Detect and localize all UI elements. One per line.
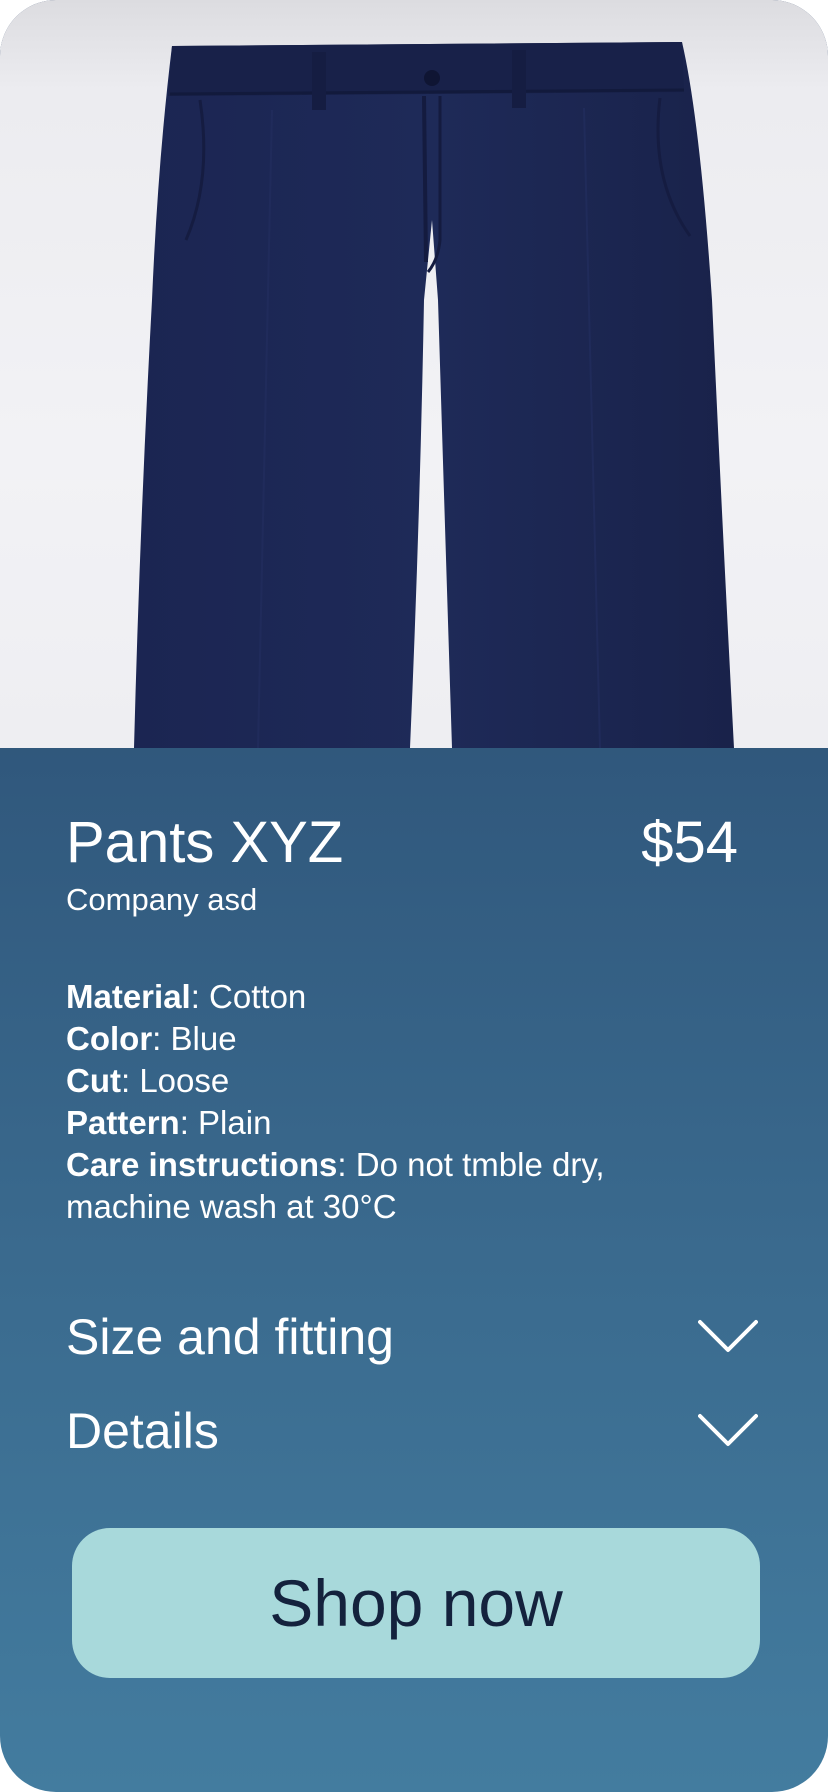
spec-care: Care instructions: Do not tmble dry, mac…: [66, 1144, 706, 1228]
accordion-label: Details: [66, 1403, 219, 1459]
title-row: Pants XYZ $54: [66, 808, 738, 878]
accordion-label: Size and fitting: [66, 1309, 394, 1365]
pants-photo: [134, 42, 734, 748]
spec-color: Color: Blue: [66, 1018, 706, 1060]
product-price: $54: [641, 810, 738, 875]
product-card: Pants XYZ $54 Company asd Material: Cott…: [0, 0, 828, 1792]
details-accordion[interactable]: Details: [66, 1396, 758, 1466]
spec-value: : Plain: [179, 1104, 272, 1141]
size-and-fitting-accordion[interactable]: Size and fitting: [66, 1302, 758, 1372]
spec-key: Material: [66, 978, 191, 1015]
spec-key: Cut: [66, 1062, 121, 1099]
spec-material: Material: Cotton: [66, 976, 706, 1018]
spec-list: Material: Cotton Color: Blue Cut: Loose …: [66, 976, 706, 1228]
spec-key: Care instructions: [66, 1146, 338, 1183]
spec-key: Pattern: [66, 1104, 180, 1141]
spec-value: : Blue: [152, 1020, 237, 1057]
shop-now-button[interactable]: Shop now: [72, 1528, 760, 1678]
company-name: Company asd: [66, 882, 258, 917]
chevron-down-icon[interactable]: [698, 1316, 758, 1356]
chevron-down-icon[interactable]: [698, 1410, 758, 1450]
spec-key: Color: [66, 1020, 153, 1057]
spec-pattern: Pattern: Plain: [66, 1102, 706, 1144]
product-name: Pants XYZ: [66, 810, 344, 875]
product-image: [0, 0, 828, 748]
spec-value: : Cotton: [190, 978, 307, 1015]
spec-cut: Cut: Loose: [66, 1060, 706, 1102]
spec-value: : Loose: [120, 1062, 230, 1099]
